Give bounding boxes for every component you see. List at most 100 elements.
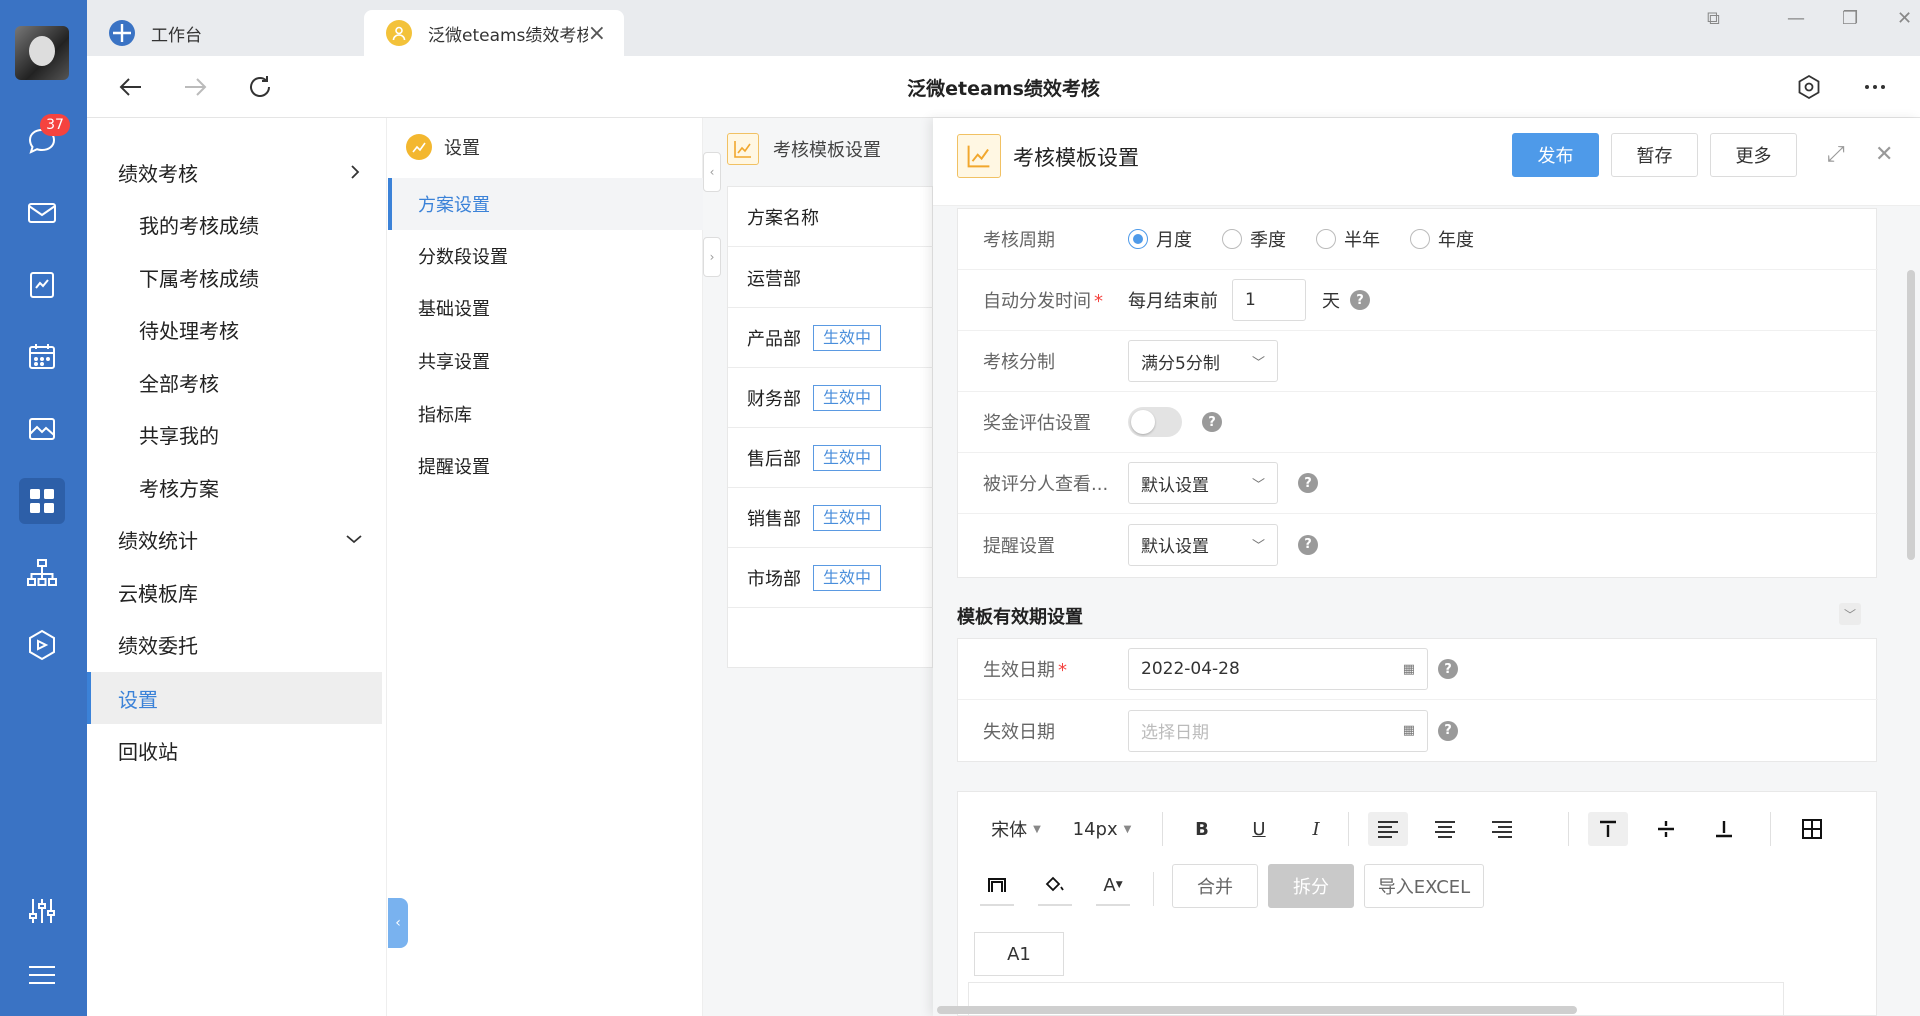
close-icon[interactable]: ✕	[1875, 142, 1893, 167]
help-icon[interactable]: ?	[1350, 290, 1370, 310]
nav-my-results[interactable]: 我的考核成绩	[87, 198, 382, 250]
sub-share[interactable]: 共享设置	[388, 335, 703, 387]
plan-list-header: 考核模板设置	[727, 132, 881, 166]
collapse-sidebar-handle[interactable]: ‹	[388, 898, 408, 948]
status-badge: 生效中	[813, 324, 882, 351]
bonus-toggle[interactable]	[1128, 407, 1182, 437]
todo-icon[interactable]	[19, 262, 65, 308]
expand-right-icon[interactable]: ›	[703, 237, 721, 277]
eteams-app-icon	[386, 20, 412, 46]
border-style-icon[interactable]	[980, 866, 1014, 906]
font-color-icon[interactable]: A ▼	[1096, 866, 1130, 906]
nav-settings[interactable]: 设置	[87, 672, 382, 724]
mail-icon[interactable]	[19, 190, 65, 236]
sliders-icon[interactable]	[19, 888, 65, 934]
radio-quarterly[interactable]: 季度	[1222, 226, 1286, 252]
cell-reference[interactable]: A1	[974, 932, 1064, 976]
valign-bottom-icon[interactable]	[1704, 812, 1744, 846]
nav-statistics[interactable]: 绩效统计	[87, 513, 382, 565]
publish-button[interactable]: 发布	[1512, 133, 1599, 177]
chevron-down-icon: ﹀	[1251, 355, 1265, 371]
fill-color-icon[interactable]	[1038, 866, 1072, 906]
valign-top-icon[interactable]	[1588, 812, 1628, 846]
window-close-icon[interactable]: ✕	[1897, 8, 1912, 29]
table-row[interactable]: 运营部	[728, 248, 934, 308]
nav-recycle[interactable]: 回收站	[87, 724, 382, 776]
nav-performance[interactable]: 绩效考核	[87, 146, 382, 198]
font-family-select[interactable]: 宋体 ▼	[986, 812, 1046, 846]
nav-subordinate-results[interactable]: 下属考核成绩	[87, 251, 382, 303]
table-border-icon[interactable]	[1792, 812, 1832, 846]
nav-delegation[interactable]: 绩效委托	[87, 618, 382, 670]
apps-icon[interactable]	[19, 478, 65, 524]
settings-hex-icon[interactable]	[1791, 69, 1827, 105]
horizontal-scrollbar[interactable]	[937, 1006, 1577, 1014]
table-row[interactable]: 财务部 生效中	[728, 368, 934, 428]
photo-icon[interactable]	[19, 406, 65, 452]
reminder-select[interactable]: 默认设置 ﹀	[1128, 523, 1278, 566]
align-left-icon[interactable]	[1368, 812, 1408, 846]
sub-indicators[interactable]: 指标库	[388, 388, 703, 440]
help-icon[interactable]: ?	[1202, 412, 1222, 432]
tab-workbench[interactable]: 工作台	[87, 10, 362, 56]
help-icon[interactable]: ?	[1438, 720, 1458, 741]
sub-basic[interactable]: 基础设置	[388, 282, 703, 334]
collapse-left-icon[interactable]: ‹	[703, 152, 721, 192]
sub-score-range[interactable]: 分数段设置	[388, 230, 703, 282]
dispatch-days-input[interactable]: 1	[1232, 279, 1306, 321]
italic-icon[interactable]: I	[1296, 812, 1336, 846]
org-icon[interactable]	[19, 550, 65, 596]
nav-plans[interactable]: 考核方案	[87, 461, 382, 513]
cube-icon[interactable]	[19, 622, 65, 668]
table-row[interactable]: 产品部 生效中	[728, 308, 934, 368]
save-draft-button[interactable]: 暂存	[1611, 133, 1698, 177]
align-right-icon[interactable]	[1482, 812, 1522, 846]
chevron-down-icon: ﹀	[1251, 477, 1265, 493]
split-button[interactable]: 拆分	[1268, 864, 1354, 908]
minimize-icon[interactable]: —	[1787, 8, 1805, 29]
tab-eteams[interactable]: 泛微eteams绩效考核 ×	[364, 10, 624, 56]
help-icon[interactable]: ?	[1298, 534, 1318, 555]
merge-button[interactable]: 合并	[1172, 864, 1258, 908]
tab-label: 泛微eteams绩效考核	[428, 25, 588, 46]
expire-date-input[interactable]: 选择日期 ▦	[1128, 709, 1428, 752]
help-icon[interactable]: ?	[1298, 473, 1318, 493]
chart-icon	[406, 134, 432, 160]
bold-icon[interactable]: B	[1182, 812, 1222, 846]
font-size-select[interactable]: 14px ▼	[1070, 812, 1134, 846]
calendar-icon[interactable]	[19, 334, 65, 380]
nav-all[interactable]: 全部考核	[87, 356, 382, 408]
table-row[interactable]: 销售部 生效中	[728, 488, 934, 548]
pin-window-icon[interactable]: ⧉	[1707, 8, 1720, 29]
avatar[interactable]	[15, 26, 69, 80]
settings-sidebar: 设置 方案设置 分数段设置 基础设置 共享设置 指标库 提醒设置	[388, 118, 703, 1016]
more-button[interactable]: 更多	[1710, 133, 1797, 177]
nav-shared[interactable]: 共享我的	[87, 408, 382, 460]
radio-half-year[interactable]: 半年	[1316, 226, 1380, 252]
menu-icon[interactable]	[19, 952, 65, 998]
help-icon[interactable]: ?	[1438, 659, 1458, 679]
more-icon[interactable]	[1857, 69, 1893, 105]
align-center-icon[interactable]	[1425, 812, 1465, 846]
sub-plan-settings[interactable]: 方案设置	[388, 178, 703, 230]
underline-icon[interactable]: U	[1239, 812, 1279, 846]
table-row[interactable]: 市场部 生效中	[728, 548, 934, 608]
vertical-scrollbar[interactable]	[1907, 270, 1915, 560]
reviewee-view-select[interactable]: 默认设置 ﹀	[1128, 462, 1278, 504]
import-excel-button[interactable]: 导入EXCEL	[1364, 864, 1484, 908]
valign-middle-icon[interactable]	[1646, 812, 1686, 846]
reviewee-view-row: 被评分人查看... 默认设置 ﹀ ?	[958, 453, 1878, 514]
chevron-down-icon[interactable]: ﹀	[1839, 603, 1861, 625]
radio-yearly[interactable]: 年度	[1410, 226, 1474, 252]
effective-date-input[interactable]: 2022-04-28 ▦	[1128, 648, 1428, 690]
sub-reminders[interactable]: 提醒设置	[388, 440, 703, 492]
fullscreen-icon[interactable]: ⤢	[1827, 142, 1845, 167]
nav-pending[interactable]: 待处理考核	[87, 303, 382, 355]
radio-monthly[interactable]: 月度	[1128, 226, 1192, 252]
maximize-icon[interactable]: ❐	[1842, 8, 1858, 29]
chevron-right-icon	[348, 160, 362, 184]
close-icon[interactable]: ×	[588, 21, 606, 46]
table-row[interactable]: 售后部 生效中	[728, 428, 934, 488]
nav-cloud-templates[interactable]: 云模板库	[87, 566, 382, 618]
score-system-select[interactable]: 满分5分制 ﹀	[1128, 340, 1278, 382]
